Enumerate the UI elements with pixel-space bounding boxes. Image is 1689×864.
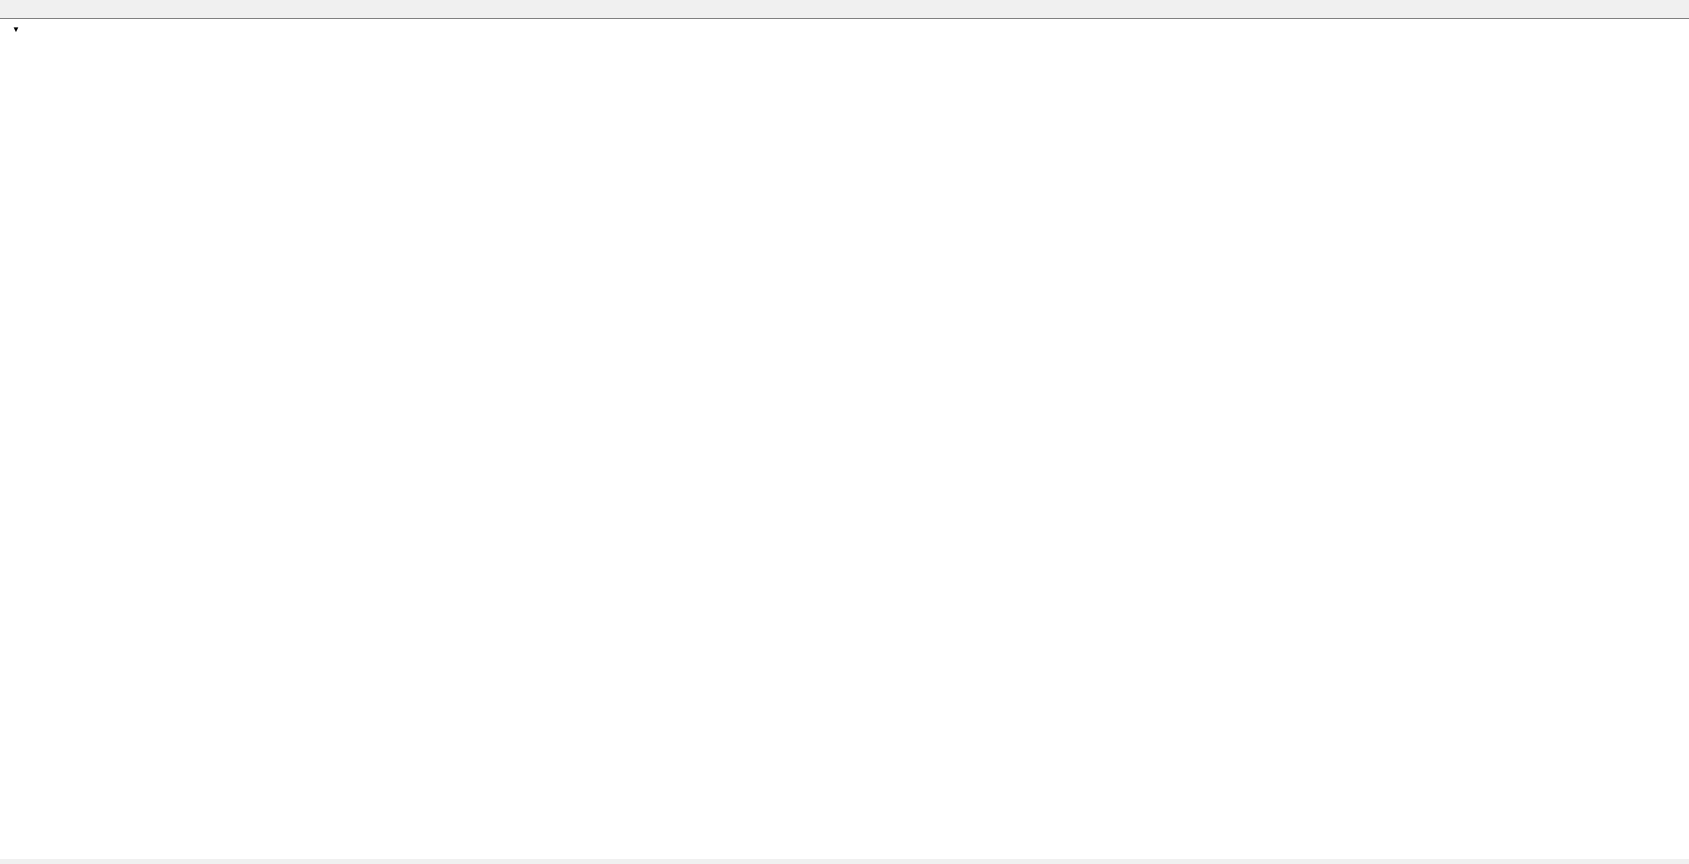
chart-symbol-title[interactable]: ▼ <box>12 23 33 35</box>
chart-window[interactable]: ▼ <box>0 18 1689 859</box>
main-toolbar <box>0 0 1689 19</box>
chart-canvas[interactable] <box>0 19 1689 859</box>
one-click-trading-caret[interactable]: ▼ <box>12 25 20 34</box>
